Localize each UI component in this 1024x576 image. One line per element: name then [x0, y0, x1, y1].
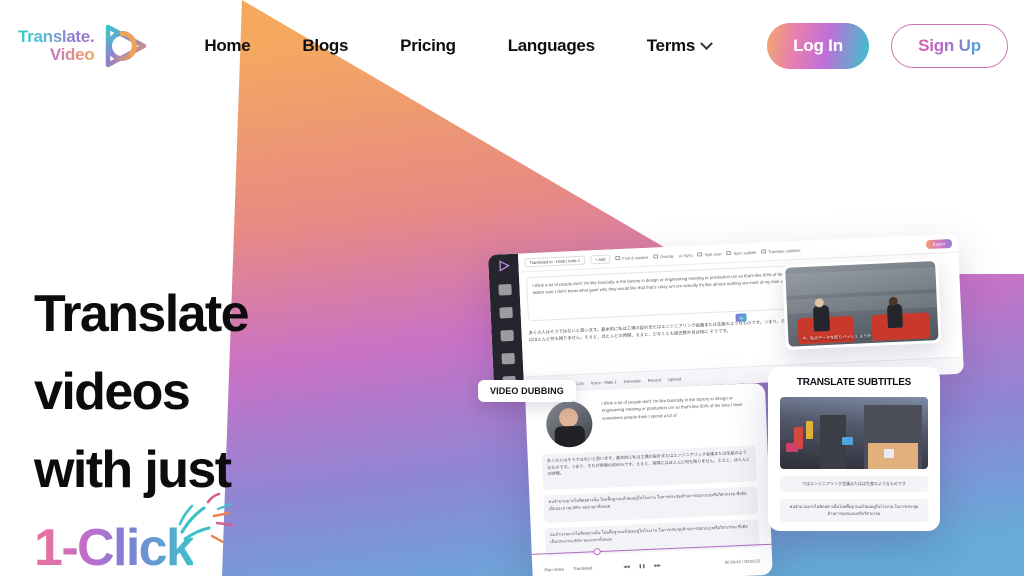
- tool-label-split-view: Split view: [704, 250, 722, 257]
- dubbing-english-text: I think a lot of people don't I'm like b…: [601, 395, 743, 421]
- brand-logo[interactable]: Translate. Video: [18, 21, 150, 71]
- nav-item-home[interactable]: Home: [178, 36, 276, 56]
- nav-item-blogs[interactable]: Blogs: [276, 36, 374, 56]
- split-view-icon: [697, 252, 703, 257]
- login-button[interactable]: Log In: [767, 23, 869, 69]
- play-circle-icon: [106, 24, 147, 68]
- play-logo-icon: [498, 260, 510, 272]
- subtitles-card-title: TRANSLATE SUBTITLES: [796, 377, 912, 388]
- subtitle-text-jp: ではエンジニアリング会議またはは生産のようなものです: [780, 476, 928, 493]
- search-icon: [615, 256, 621, 261]
- video-dubbing-card: I think a lot of people don't I'm like b…: [525, 382, 773, 576]
- subtitles-preview-image: [780, 397, 928, 469]
- sparkle-decoration-icon: [178, 492, 234, 544]
- signup-button[interactable]: Sign Up: [891, 24, 1008, 68]
- chevron-down-icon: [700, 36, 713, 50]
- brand-logo-line2: Video: [18, 46, 95, 64]
- tool-translate-subtitles[interactable]: Translate subtitles: [761, 247, 801, 254]
- tool-overlay[interactable]: Overlay: [652, 253, 674, 259]
- brand-logo-text: Translate. Video: [18, 27, 95, 64]
- nav-label-pricing: Pricing: [400, 36, 456, 55]
- rewind-icon[interactable]: ◀◀: [623, 563, 630, 568]
- nav-item-languages[interactable]: Languages: [482, 36, 621, 56]
- forward-icon[interactable]: ▶▶: [654, 562, 661, 567]
- generate-button[interactable]: Generate: [624, 378, 641, 384]
- subtitle-text-th: คนจำนวนมากไม่คิดอย่างนั้นโดยพื้นฐานแล้วผ…: [780, 499, 928, 523]
- dubbing-block-th-1: คนจำนวนมากไม่คิดอย่างนั้น โดยพื้นฐานแล้ว…: [543, 486, 759, 524]
- pause-icon[interactable]: ❚❚: [638, 563, 645, 568]
- tool-sync-subtitle[interactable]: Sync subtitle: [726, 249, 756, 255]
- playback-speed[interactable]: 1.0x: [576, 380, 584, 385]
- signup-label: Sign Up: [918, 36, 981, 55]
- record-button[interactable]: Record: [648, 377, 661, 383]
- sidebar-item-dashboard[interactable]: [497, 283, 512, 296]
- nav-label-languages: Languages: [507, 36, 595, 55]
- tool-label-sync-subtitle: Sync subtitle: [733, 249, 757, 256]
- avatar: [545, 400, 594, 449]
- video-preview-image: や、私のデータを取りバッシュ ようか: [785, 261, 939, 347]
- nav-item-pricing[interactable]: Pricing: [374, 36, 482, 56]
- sidebar-item-transcript[interactable]: [500, 352, 515, 365]
- nav-label-blogs: Blogs: [302, 36, 349, 55]
- video-preview-card[interactable]: や、私のデータを取りバッシュ ようか: [782, 257, 942, 350]
- sidebar-item-preview[interactable]: [499, 329, 514, 342]
- translate-subtitles-card: TRANSLATE SUBTITLES ではエンジニアリング会議またはは生産のよ…: [768, 367, 940, 531]
- voice-select[interactable]: Voice - Male 1: [591, 379, 617, 385]
- tool-ai-sync[interactable]: AI Sync: [679, 252, 693, 258]
- hero-line-1: Translate: [34, 285, 250, 343]
- export-button[interactable]: Export: [925, 238, 953, 249]
- sidebar-item-media[interactable]: [498, 306, 513, 319]
- dubbing-block-jp: 多くの人はそうではないと思います。基本的に私は工場の設計またはエンジニアリング会…: [541, 445, 757, 491]
- project-select[interactable]: Translated to : Hindi | Indic 1: [524, 255, 586, 267]
- site-header: Translate. Video Home Blogs Pricing Lang…: [0, 0, 1024, 92]
- translated-label[interactable]: Translated: [573, 565, 592, 571]
- add-button[interactable]: + Add: [589, 253, 611, 264]
- tool-label-ai-sync: AI Sync: [678, 252, 693, 258]
- nav-label-home: Home: [204, 36, 251, 55]
- product-mockup: Translated to : Hindi | Indic 1 + Add Fi…: [470, 233, 1024, 576]
- upload-button[interactable]: Upload: [668, 376, 681, 382]
- sync-icon: [726, 250, 732, 256]
- tool-label-find-replace: Find & replace: [622, 254, 649, 261]
- translate-icon: [761, 249, 767, 254]
- video-dubbing-badge: VIDEO DUBBING: [478, 380, 576, 402]
- play-video-label[interactable]: Plan Video: [544, 566, 564, 572]
- brand-logo-line1: Translate.: [18, 27, 95, 47]
- main-navigation: Home Blogs Pricing Languages Terms: [178, 36, 737, 56]
- dubbing-timestamp: 00:04:42 / 00:08:22: [724, 557, 761, 565]
- dubbing-progress-handle[interactable]: [593, 547, 601, 556]
- tool-label-overlay: Overlay: [659, 253, 674, 259]
- tool-label-translate-subtitles: Translate subtitles: [768, 247, 801, 254]
- login-label: Log In: [793, 36, 843, 55]
- hero-line-2: videos: [34, 363, 191, 421]
- header-actions: Log In Sign Up: [767, 23, 1008, 69]
- overlay-icon: [652, 254, 659, 259]
- nav-label-terms: Terms: [646, 36, 696, 55]
- nav-item-terms[interactable]: Terms: [621, 36, 737, 56]
- tool-split-view[interactable]: Split view: [697, 250, 722, 257]
- tool-find-replace[interactable]: Find & replace: [615, 254, 648, 260]
